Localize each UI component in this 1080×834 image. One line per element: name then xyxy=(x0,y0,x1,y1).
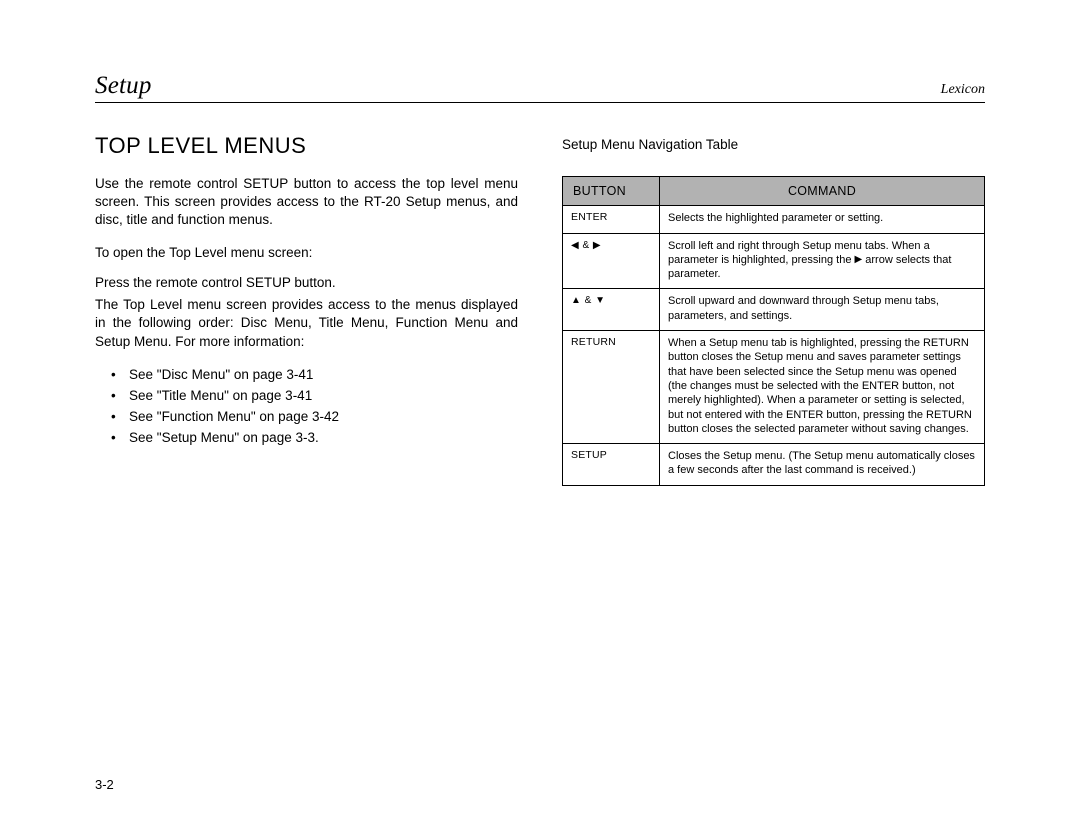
table-header-row: BUTTON COMMAND xyxy=(563,177,985,206)
table-row: ▲ & ▼ Scroll upward and downward through… xyxy=(563,289,985,331)
intro-paragraph: Use the remote control SETUP button to a… xyxy=(95,175,518,230)
list-item: See "Title Menu" on page 3-41 xyxy=(129,386,518,407)
right-column: Setup Menu Navigation Table BUTTON COMMA… xyxy=(562,125,985,486)
command-cell: Scroll left and right through Setup menu… xyxy=(660,233,985,289)
th-command: COMMAND xyxy=(660,177,985,206)
th-button: BUTTON xyxy=(563,177,660,206)
button-cell: ◀ & ▶ xyxy=(563,233,660,289)
button-cell: ▲ & ▼ xyxy=(563,289,660,331)
right-arrow-icon: ▶ xyxy=(855,254,863,265)
table-row: RETURN When a Setup menu tab is highligh… xyxy=(563,331,985,444)
button-cell: RETURN xyxy=(563,331,660,444)
list-item: See "Function Menu" on page 3-42 xyxy=(129,407,518,428)
up-down-arrow-icon: ▲ & ▼ xyxy=(571,295,606,306)
left-column: TOP LEVEL MENUS Use the remote control S… xyxy=(95,125,518,486)
list-item: See "Disc Menu" on page 3-41 xyxy=(129,365,518,386)
menu-description: The Top Level menu screen provides acces… xyxy=(95,296,518,351)
header-section-title: Setup xyxy=(95,72,152,100)
section-heading: TOP LEVEL MENUS xyxy=(95,133,518,159)
open-instruction-label: To open the Top Level menu screen: xyxy=(95,244,518,262)
header-brand: Lexicon xyxy=(941,82,985,98)
table-row: ◀ & ▶ Scroll left and right through Setu… xyxy=(563,233,985,289)
table-row: SETUP Closes the Setup menu. (The Setup … xyxy=(563,444,985,486)
page-number: 3-2 xyxy=(95,777,114,792)
press-instruction: Press the remote control SETUP button. xyxy=(95,274,518,292)
command-cell: When a Setup menu tab is highlighted, pr… xyxy=(660,331,985,444)
command-cell: Closes the Setup menu. (The Setup menu a… xyxy=(660,444,985,486)
reference-list: See "Disc Menu" on page 3-41 See "Title … xyxy=(95,365,518,449)
two-column-layout: TOP LEVEL MENUS Use the remote control S… xyxy=(95,125,985,486)
table-row: ENTER Selects the highlighted parameter … xyxy=(563,206,985,233)
table-caption: Setup Menu Navigation Table xyxy=(562,137,985,152)
button-cell: ENTER xyxy=(563,206,660,233)
command-cell: Scroll upward and downward through Setup… xyxy=(660,289,985,331)
manual-page: Setup Lexicon TOP LEVEL MENUS Use the re… xyxy=(0,0,1080,834)
page-header: Setup Lexicon xyxy=(95,72,985,103)
left-right-arrow-icon: ◀ & ▶ xyxy=(571,240,601,251)
button-cell: SETUP xyxy=(563,444,660,486)
navigation-table: BUTTON COMMAND ENTER Selects the highlig… xyxy=(562,176,985,486)
list-item: See "Setup Menu" on page 3-3. xyxy=(129,428,518,449)
command-cell: Selects the highlighted parameter or set… xyxy=(660,206,985,233)
